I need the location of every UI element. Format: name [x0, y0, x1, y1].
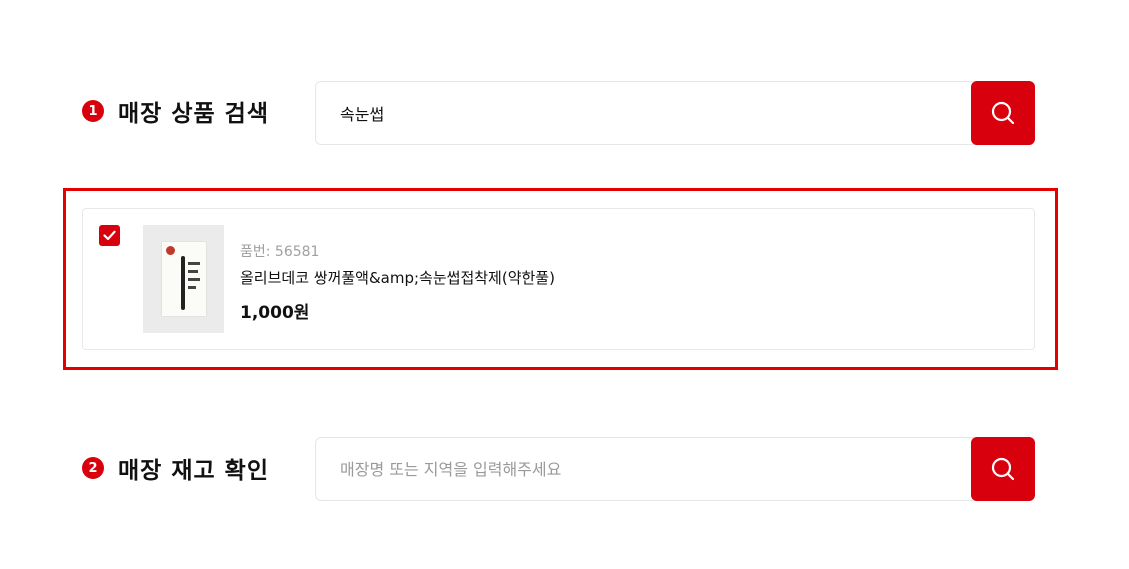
- product-package-image: [161, 242, 206, 316]
- step1-number-badge: 1: [82, 100, 104, 122]
- product-search-button[interactable]: [971, 81, 1035, 145]
- store-search-box: [315, 437, 1035, 501]
- product-price: 1,000원: [240, 303, 310, 323]
- store-search-page: 1 매장 상품 검색 속눈썹 품번: 56581 올리브데코 쌍꺼풀액&amp;…: [0, 0, 1129, 569]
- product-search-box: [315, 81, 1035, 145]
- store-search-input[interactable]: [316, 438, 971, 500]
- product-name[interactable]: 올리브데코 쌍꺼풀액&amp;속눈썹접착제(약한풀): [240, 267, 555, 288]
- step1-title: 매장 상품 검색: [118, 101, 269, 127]
- product-thumbnail[interactable]: [143, 225, 224, 333]
- search-icon: [991, 457, 1015, 481]
- store-search-button[interactable]: [971, 437, 1035, 501]
- product-select-checkbox[interactable]: [99, 225, 120, 246]
- product-info: 품번: 56581 올리브데코 쌍꺼풀액&amp;속눈썹접착제(약한풀) 1,0…: [240, 241, 555, 323]
- step2-number-badge: 2: [82, 457, 104, 479]
- step2-heading: 2 매장 재고 확인: [82, 451, 269, 485]
- product-code: 품번: 56581: [240, 244, 320, 260]
- product-result-card[interactable]: 품번: 56581 올리브데코 쌍꺼풀액&amp;속눈썹접착제(약한풀) 1,0…: [82, 208, 1035, 350]
- step1-heading: 1 매장 상품 검색: [82, 94, 269, 128]
- search-icon: [991, 101, 1015, 125]
- check-icon: [103, 230, 116, 241]
- step2-title: 매장 재고 확인: [118, 458, 269, 484]
- product-search-input[interactable]: [316, 82, 971, 144]
